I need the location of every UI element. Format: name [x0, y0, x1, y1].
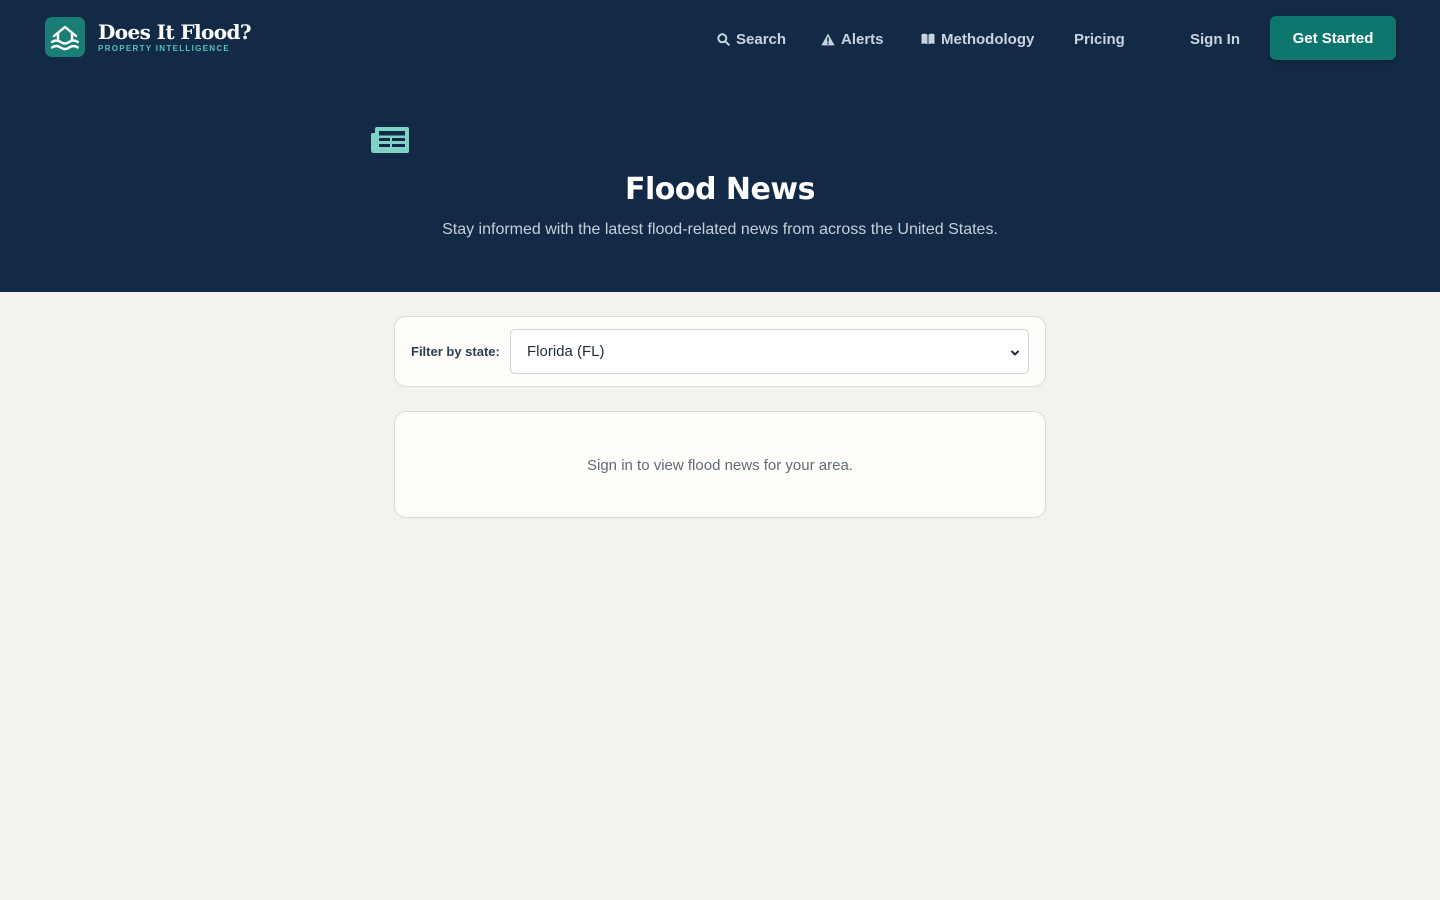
page-subtitle: Stay informed with the latest flood-rela… [442, 221, 998, 238]
sign-in-prompt: Sign in to view flood news for your area… [587, 457, 853, 474]
nav-alerts[interactable]: Alerts [821, 28, 884, 50]
top-nav: Does It Flood? PROPERTY INTELLIGENCE Sea… [0, 0, 1440, 76]
sign-in-link[interactable]: Sign In [1190, 28, 1240, 50]
filter-label: Filter by state: [411, 344, 500, 359]
nav-pricing-label: Pricing [1074, 30, 1125, 48]
nav-methodology-label: Methodology [941, 30, 1035, 48]
nav-methodology[interactable]: Methodology [921, 28, 1034, 50]
get-started-button[interactable]: Get Started [1270, 16, 1396, 60]
state-select[interactable]: Florida (FL) [510, 329, 1029, 374]
page-title: Flood News [625, 172, 815, 207]
sign-in-label: Sign In [1190, 30, 1240, 48]
nav-search[interactable]: Search [716, 28, 786, 50]
chevron-down-icon [1009, 346, 1021, 358]
warning-icon [821, 32, 835, 46]
brand-text: Does It Flood? PROPERTY INTELLIGENCE [98, 20, 252, 53]
site-header: Does It Flood? PROPERTY INTELLIGENCE Sea… [0, 0, 1440, 292]
search-icon [716, 32, 730, 46]
nav-alerts-label: Alerts [841, 30, 884, 48]
house-waves-icon [45, 17, 85, 57]
news-message-card: Sign in to view flood news for your area… [394, 411, 1046, 518]
newspaper-icon [370, 126, 410, 154]
state-select-value: Florida (FL) [527, 343, 605, 360]
brand-name: Does It Flood? [98, 20, 252, 44]
nav-search-label: Search [736, 30, 787, 48]
brand-logo-link[interactable]: Does It Flood? PROPERTY INTELLIGENCE [45, 17, 252, 57]
brand-tagline: PROPERTY INTELLIGENCE [98, 44, 231, 53]
nav-pricing[interactable]: Pricing [1074, 28, 1125, 50]
book-icon [921, 32, 935, 46]
state-filter-card: Filter by state: Florida (FL) [394, 316, 1046, 387]
